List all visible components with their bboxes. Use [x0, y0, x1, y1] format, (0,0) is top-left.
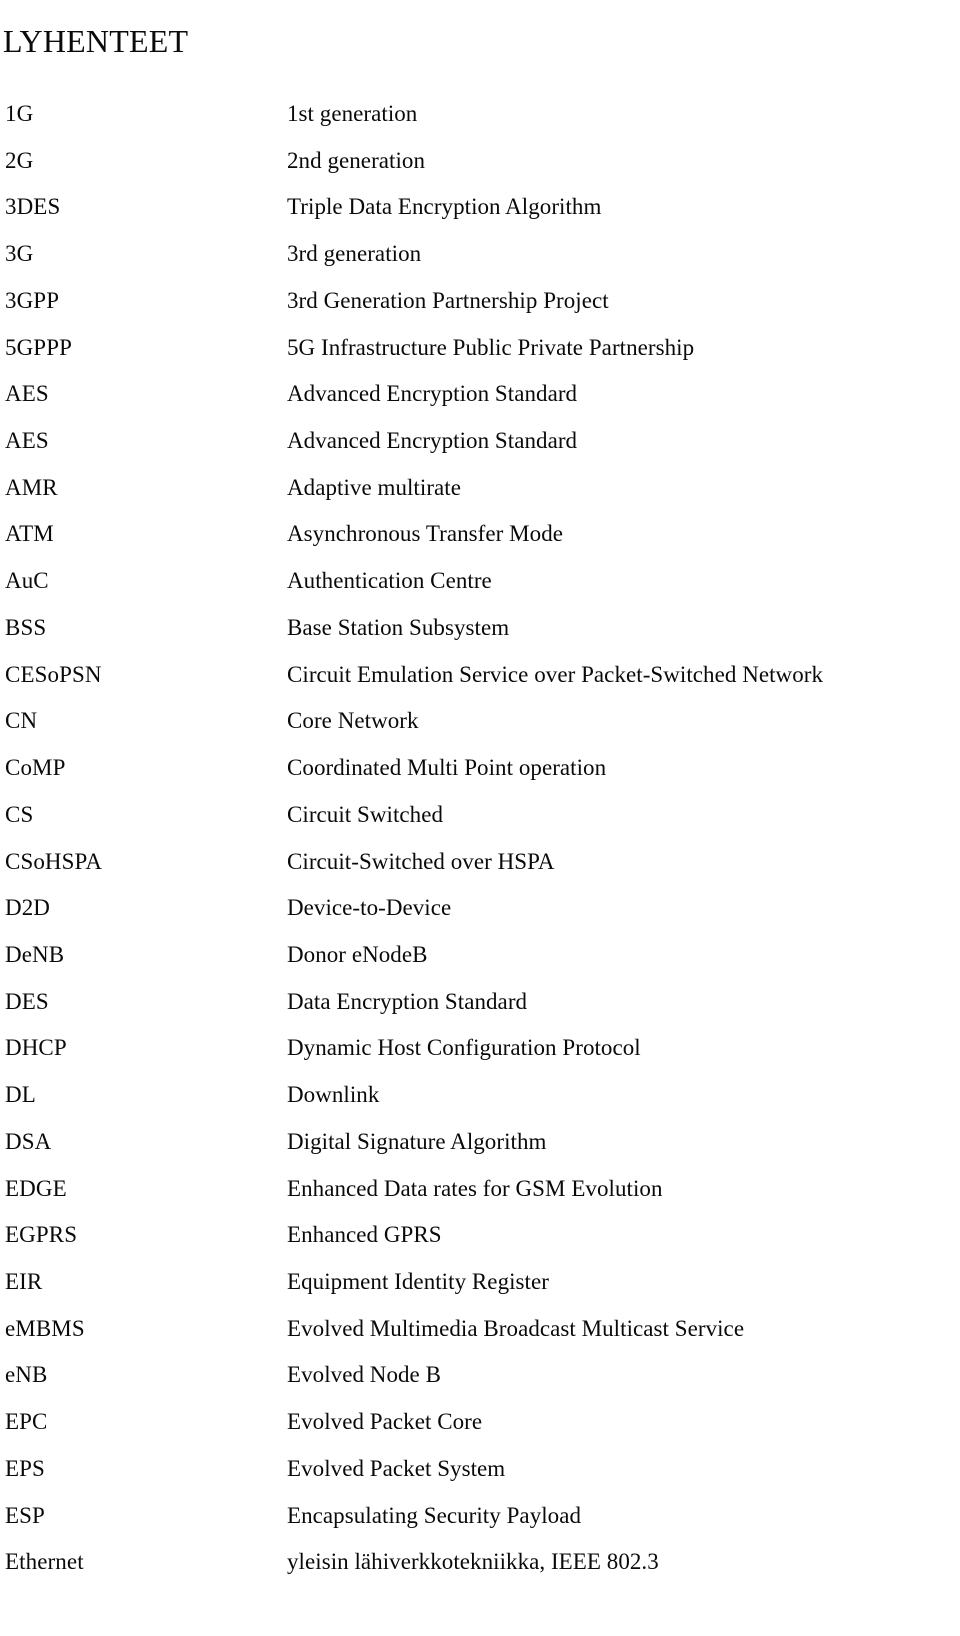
abbreviation-term: CN: [5, 708, 38, 734]
abbreviation-row: Ethernet yleisin lähiverkkotekniikka, IEE…: [0, 1539, 960, 1586]
abbreviation-definition: 1st generation: [287, 101, 418, 126]
abbreviation-term: 3DES: [5, 194, 61, 220]
abbreviation-definition: Data Encryption Standard: [287, 988, 528, 1014]
abbreviation-term: AES: [5, 381, 49, 407]
abbreviation-row: AuC Authentication Centre: [0, 558, 960, 605]
abbreviation-definition: 5G Infrastructure Public Private Partner…: [287, 334, 695, 360]
abbreviation-definition: Device-to-Device: [287, 895, 452, 921]
abbreviation-term: CSoHSPA: [5, 848, 103, 874]
abbreviation-row: 3GPP 3rd Generation Partnership Project: [0, 278, 960, 325]
abbreviation-definition: Evolved Multimedia Broadcast Multicast S…: [287, 1315, 745, 1341]
abbreviation-term: AuC: [5, 568, 49, 594]
abbreviation-definition: Enhanced Data rates for GSM Evolution: [287, 1175, 663, 1201]
abbreviation-term: 3G: [5, 241, 34, 267]
abbreviation-definition: yleisin lähiverkkotekniikka, IEEE 802.3: [287, 1549, 659, 1575]
abbreviation-row: CSoHSPA Circuit-Switched over HSPA: [0, 839, 960, 886]
abbreviation-term: 1G: [5, 101, 34, 126]
abbreviation-row: eNB Evolved Node B: [0, 1352, 960, 1399]
document-page: LYHENTEET 1G 1st generation 2G 2nd generati…: [0, 0, 960, 1636]
abbreviation-term: EGPRS: [5, 1222, 78, 1248]
abbreviation-row: CS Circuit Switched: [0, 792, 960, 839]
abbreviation-term: DeNB: [5, 941, 65, 967]
abbreviation-row: BSS Base Station Subsystem: [0, 605, 960, 652]
abbreviation-row: EDGE Enhanced Data rates for GSM Evolutio…: [0, 1166, 960, 1213]
abbreviation-term: EPC: [5, 1409, 48, 1435]
abbreviation-definition: Authentication Centre: [287, 568, 492, 594]
abbreviation-row: ATM Asynchronous Transfer Mode: [0, 511, 960, 558]
abbreviation-definition: Donor eNodeB: [287, 941, 428, 967]
abbreviation-term: DES: [5, 988, 49, 1014]
abbreviation-row: DES Data Encryption Standard: [0, 979, 960, 1026]
abbreviation-row: 1G 1st generation: [0, 91, 960, 138]
abbreviation-definition: Base Station Subsystem: [287, 614, 510, 640]
abbreviation-term: CS: [5, 801, 34, 827]
abbreviation-row: EPS Evolved Packet System: [0, 1446, 960, 1493]
abbreviation-term: ESP: [5, 1502, 45, 1528]
abbreviation-term: eNB: [5, 1362, 48, 1388]
abbreviation-row: 3G 3rd generation: [0, 231, 960, 278]
abbreviation-row: DL Downlink: [0, 1072, 960, 1119]
abbreviation-term: BSS: [5, 614, 47, 640]
abbreviation-term: 2G: [5, 147, 34, 173]
abbreviation-row: DSA Digital Signature Algorithm: [0, 1119, 960, 1166]
abbreviation-term: EDGE: [5, 1175, 67, 1201]
abbreviation-definition: Equipment Identity Register: [287, 1268, 549, 1294]
abbreviation-row: AES Advanced Encryption Standard: [0, 371, 960, 418]
abbreviation-definition: Asynchronous Transfer Mode: [287, 521, 564, 547]
abbreviation-row: DeNB Donor eNodeB: [0, 932, 960, 979]
abbreviation-definition: Encapsulating Security Payload: [287, 1502, 582, 1528]
abbreviation-definition: Coordinated Multi Point operation: [287, 755, 607, 781]
abbreviation-definition: Enhanced GPRS: [287, 1222, 442, 1248]
abbreviation-term: CESoPSN: [5, 661, 102, 687]
abbreviation-row: CESoPSN Circuit Emulation Service over Pa…: [0, 652, 960, 699]
abbreviation-term: EIR: [5, 1268, 43, 1294]
abbreviation-row: CoMP Coordinated Multi Point operation: [0, 745, 960, 792]
abbreviation-term: DSA: [5, 1128, 52, 1154]
abbreviation-term: EPS: [5, 1455, 45, 1481]
page-title: LYHENTEET: [3, 23, 189, 60]
abbreviation-definition: Advanced Encryption Standard: [287, 381, 578, 407]
abbreviation-definition: Core Network: [287, 708, 419, 734]
abbreviation-definition: 3rd generation: [287, 241, 422, 267]
abbreviation-row: 3DES Triple Data Encryption Algorithm: [0, 184, 960, 231]
abbreviation-definition: Dynamic Host Configuration Protocol: [287, 1035, 641, 1061]
abbreviation-row: CN Core Network: [0, 698, 960, 745]
abbreviation-definition: Adaptive multirate: [287, 474, 461, 500]
abbreviation-term: Ethernet: [5, 1549, 84, 1575]
abbreviation-row: EIR Equipment Identity Register: [0, 1259, 960, 1306]
abbreviation-term: eMBMS: [5, 1315, 85, 1341]
abbreviation-definition: Downlink: [287, 1082, 380, 1108]
abbreviation-term: DHCP: [5, 1035, 67, 1061]
abbreviation-term: ATM: [5, 521, 54, 547]
abbreviation-term: 3GPP: [5, 287, 60, 313]
abbreviations-list: 1G 1st generation 2G 2nd generation 3DES Trip…: [0, 91, 960, 1586]
abbreviation-row: EGPRS Enhanced GPRS: [0, 1212, 960, 1259]
abbreviation-definition: Circuit Emulation Service over Packet-Sw…: [287, 661, 824, 687]
abbreviation-row: eMBMS Evolved Multimedia Broadcast Multic…: [0, 1306, 960, 1353]
abbreviation-row: 2G 2nd generation: [0, 138, 960, 185]
abbreviation-term: AMR: [5, 474, 58, 500]
abbreviation-row: AES Advanced Encryption Standard: [0, 418, 960, 465]
abbreviation-definition: 3rd Generation Partnership Project: [287, 287, 609, 313]
abbreviation-row: EPC Evolved Packet Core: [0, 1399, 960, 1446]
abbreviation-row: DHCP Dynamic Host Configuration Protocol: [0, 1025, 960, 1072]
abbreviation-term: DL: [5, 1082, 36, 1108]
abbreviation-term: 5GPPP: [5, 334, 72, 360]
abbreviation-definition: 2nd generation: [287, 147, 426, 173]
abbreviation-row: AMR Adaptive multirate: [0, 465, 960, 512]
abbreviation-definition: Advanced Encryption Standard: [287, 428, 578, 454]
abbreviation-row: D2D Device-to-Device: [0, 885, 960, 932]
abbreviation-term: CoMP: [5, 755, 66, 781]
abbreviation-definition: Evolved Packet Core: [287, 1409, 483, 1435]
abbreviation-definition: Triple Data Encryption Algorithm: [287, 194, 602, 220]
abbreviation-definition: Digital Signature Algorithm: [287, 1128, 547, 1154]
abbreviation-definition: Circuit-Switched over HSPA: [287, 848, 555, 874]
abbreviation-definition: Circuit Switched: [287, 801, 444, 827]
abbreviation-row: 5GPPP 5G Infrastructure Public Private Pa…: [0, 325, 960, 372]
abbreviation-definition: Evolved Packet System: [287, 1455, 506, 1481]
abbreviation-definition: Evolved Node B: [287, 1362, 442, 1388]
abbreviation-term: D2D: [5, 895, 51, 921]
abbreviation-term: AES: [5, 428, 49, 454]
abbreviation-row: ESP Encapsulating Security Payload: [0, 1493, 960, 1540]
